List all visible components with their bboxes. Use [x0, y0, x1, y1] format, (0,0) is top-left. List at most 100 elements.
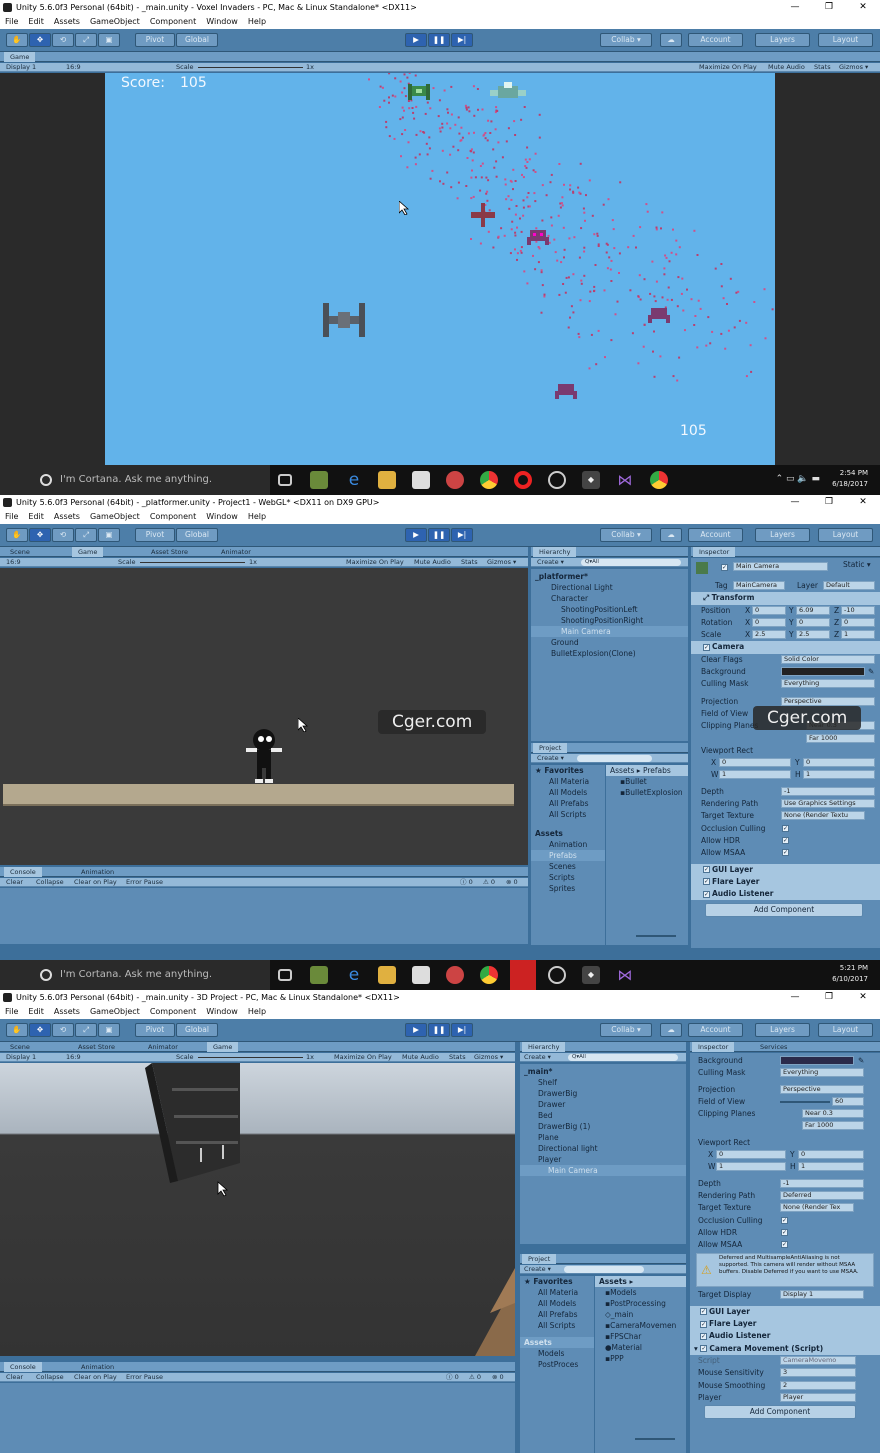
tab-services[interactable]: Services [754, 1042, 793, 1052]
favorite-item[interactable]: All Scripts [520, 1320, 594, 1331]
tab-scene[interactable]: Scene [4, 547, 36, 557]
mute-audio-toggle[interactable]: Mute Audio [768, 63, 805, 72]
scale-slider[interactable] [198, 1057, 303, 1058]
tab-animator[interactable]: Animator [215, 547, 257, 557]
culling-mask-dropdown[interactable]: Everything [781, 679, 875, 689]
move-tool-icon[interactable]: ✥ [29, 33, 51, 47]
hierarchy-item[interactable]: Shelf [520, 1077, 686, 1088]
hand-tool-icon[interactable]: ✋ [6, 1023, 28, 1037]
collab-button[interactable]: Collab ▾ [600, 1023, 652, 1037]
camera-movement-header[interactable]: ▾ ✓ Camera Movement (Script) [690, 1342, 880, 1355]
position-y[interactable]: 6.09 [796, 605, 830, 615]
flare-layer-header[interactable]: ✓ Flare Layer [691, 875, 880, 889]
msaa-checkbox[interactable]: ✓ [781, 1241, 788, 1249]
rendering-path-dropdown[interactable]: Use Graphics Settings [781, 799, 875, 809]
viewport-y[interactable]: 0 [798, 1150, 864, 1160]
gui-layer-checkbox[interactable]: ✓ [700, 1308, 707, 1316]
collab-button[interactable]: Collab ▾ [600, 33, 652, 47]
console-warn-count[interactable]: ⚠ 0 [469, 1373, 481, 1382]
console-clear[interactable]: Clear [6, 1373, 23, 1382]
flare-layer-header[interactable]: ✓ Flare Layer [690, 1318, 880, 1331]
menu-assets[interactable]: Assets [54, 510, 80, 524]
close-icon[interactable]: ✕ [846, 0, 880, 15]
asset-item[interactable]: ▪FPSChar [595, 1331, 686, 1342]
occlusion-checkbox[interactable]: ✓ [781, 1216, 788, 1224]
flare-layer-checkbox[interactable]: ✓ [703, 878, 710, 886]
hand-tool-icon[interactable]: ✋ [6, 528, 28, 542]
project-create[interactable]: Create ▾ [524, 1265, 551, 1274]
console-collapse[interactable]: Collapse [36, 1373, 64, 1382]
audio-listener-checkbox[interactable]: ✓ [700, 1332, 707, 1340]
favorite-item[interactable]: All Prefabs [520, 1309, 594, 1320]
scale-x[interactable]: 2.5 [752, 630, 786, 640]
move-tool-icon[interactable]: ✥ [29, 528, 51, 542]
chrome-icon-2[interactable] [650, 471, 668, 489]
favorite-item[interactable]: All Models [531, 787, 605, 798]
menu-gameobject[interactable]: GameObject [90, 1005, 140, 1019]
project-search[interactable] [577, 755, 652, 762]
rotation-y[interactable]: 0 [796, 617, 830, 627]
viewport-y[interactable]: 0 [803, 758, 875, 768]
prefab-item[interactable]: ▪Bullet [606, 776, 688, 787]
gui-layer-header[interactable]: ✓ GUI Layer [691, 863, 880, 876]
move-tool-icon[interactable]: ✥ [29, 1023, 51, 1037]
maximize-on-play-toggle[interactable]: Maximize On Play [334, 1053, 392, 1062]
gizmos-dropdown[interactable]: Gizmos ▾ [839, 63, 868, 72]
menu-assets[interactable]: Assets [54, 1005, 80, 1019]
asset-folder[interactable]: Animation [531, 839, 605, 850]
close-icon[interactable]: ✕ [846, 495, 880, 510]
cortana-search[interactable]: I'm Cortana. Ask me anything. [0, 465, 270, 495]
tab-inspector[interactable]: Inspector [693, 547, 736, 557]
close-icon[interactable]: ✕ [846, 990, 880, 1005]
hierarchy-item[interactable]: ShootingPositionRight [531, 615, 688, 626]
projection-dropdown[interactable]: Perspective [781, 696, 875, 706]
position-x[interactable]: 0 [752, 605, 786, 615]
gui-layer-header[interactable]: ✓ GUI Layer [690, 1305, 880, 1319]
near-field[interactable]: Near 0.3 [802, 1109, 864, 1119]
console-error-pause[interactable]: Error Pause [126, 878, 163, 887]
gizmos-dropdown[interactable]: Gizmos ▾ [487, 558, 516, 567]
scale-slider[interactable] [198, 67, 303, 68]
rect-tool-icon[interactable]: ▣ [98, 1023, 120, 1037]
menu-window[interactable]: Window [206, 1005, 238, 1019]
zoom-slider[interactable] [635, 1438, 675, 1440]
hierarchy-search[interactable]: Q▾All [568, 1054, 678, 1061]
project-create[interactable]: Create ▾ [537, 754, 564, 763]
console-clear-on-play[interactable]: Clear on Play [74, 1373, 117, 1382]
favorite-item[interactable]: All Models [520, 1298, 594, 1309]
mouse-smoothing-field[interactable]: 2 [780, 1380, 856, 1390]
minimize-icon[interactable]: — [778, 0, 812, 15]
notepad-icon[interactable] [310, 966, 328, 984]
eyedropper-icon[interactable]: ✎ [868, 666, 874, 678]
play-button[interactable]: ▶ [405, 1023, 427, 1037]
transform-header[interactable]: ⤢ Transform [691, 592, 880, 605]
camera-movement-checkbox[interactable]: ✓ [700, 1345, 708, 1353]
hdr-checkbox[interactable]: ✓ [781, 1228, 788, 1236]
console-collapse[interactable]: Collapse [36, 878, 64, 887]
favorites-header[interactable]: ★ Favorites [520, 1276, 594, 1287]
layout-button[interactable]: Layout [818, 33, 873, 47]
viewport-w[interactable]: 1 [716, 1162, 786, 1172]
menu-window[interactable]: Window [206, 510, 238, 524]
pause-button[interactable]: ❚❚ [428, 528, 450, 542]
store-icon[interactable] [412, 966, 430, 984]
rotate-tool-icon[interactable]: ⟲ [52, 528, 74, 542]
active-checkbox[interactable]: ✓ [721, 564, 728, 571]
asset-folder[interactable]: PostProces [520, 1359, 594, 1370]
scale-tool-icon[interactable]: ⤢ [75, 33, 97, 47]
cloud-icon[interactable]: ☁ [660, 33, 682, 47]
mute-audio-toggle[interactable]: Mute Audio [414, 558, 451, 567]
rect-tool-icon[interactable]: ▣ [98, 33, 120, 47]
tab-asset-store[interactable]: Asset Store [72, 1042, 121, 1052]
console-log-count[interactable]: ⓘ 0 [446, 1373, 459, 1382]
menu-edit[interactable]: Edit [28, 1005, 44, 1019]
hierarchy-item[interactable]: BulletExplosion(Clone) [531, 648, 688, 659]
far-field[interactable]: Far 1000 [802, 1121, 864, 1131]
audio-listener-checkbox[interactable]: ✓ [703, 890, 710, 898]
occlusion-checkbox[interactable]: ✓ [782, 824, 789, 832]
step-button[interactable]: ▶| [451, 33, 473, 47]
background-color-swatch[interactable] [780, 1056, 854, 1065]
tab-animation[interactable]: Animation [75, 1362, 120, 1372]
stats-toggle[interactable]: Stats [449, 1053, 466, 1062]
aspect-dropdown[interactable]: 16:9 [66, 63, 81, 72]
